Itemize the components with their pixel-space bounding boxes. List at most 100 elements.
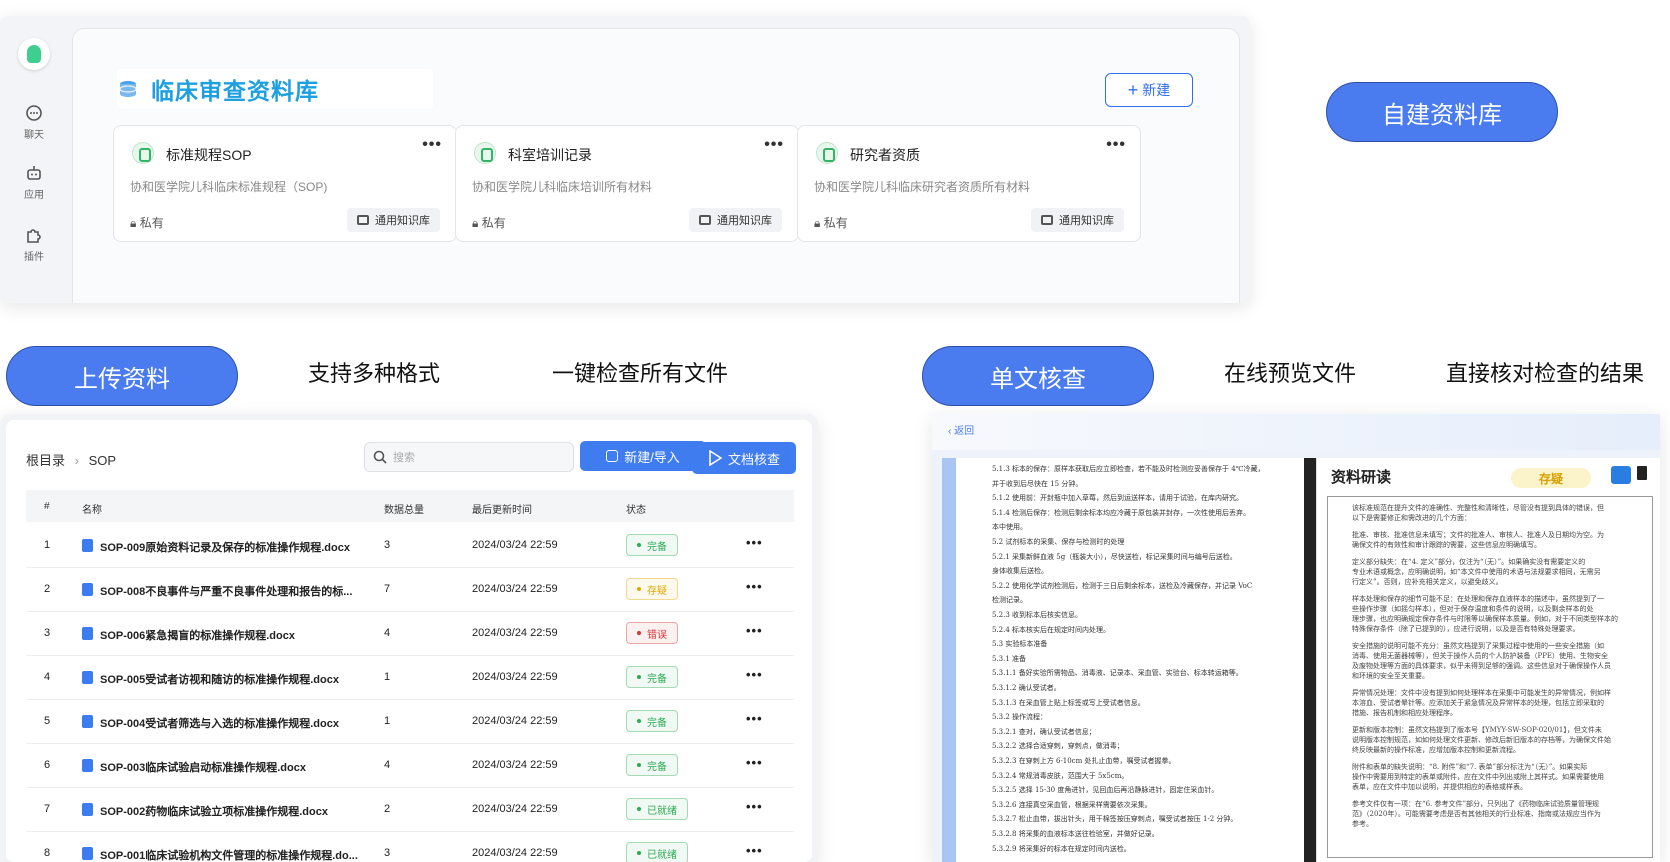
server-icon — [699, 215, 711, 225]
updated-time: 2024/03/24 22:59 — [472, 715, 558, 727]
file-name[interactable]: SOP-003临床试验启动标准操作规程.docx — [100, 759, 306, 775]
more-options-icon[interactable]: ••• — [764, 136, 784, 154]
document-icon — [82, 671, 93, 684]
row-number: 5 — [44, 715, 51, 727]
document-icon — [82, 715, 93, 728]
review-text-line: 及废物处理等方面的具体要求，似乎未得到足够的强调。这些信息对于确保操作人员 — [1352, 662, 1611, 670]
more-options-icon[interactable]: ••• — [1106, 136, 1126, 154]
knowledge-base-card[interactable]: 标准规程SOP ••• 协和医学院儿科临床标准规程（SOP) 🔒︎ 私有 通用知… — [113, 125, 457, 242]
feature-one-click-check: 一键检查所有文件 — [552, 361, 729, 386]
document-text-line: 5.3.1 准备 — [992, 654, 1027, 663]
more-options-icon[interactable]: ••• — [746, 535, 763, 550]
table-row[interactable]: 4 SOP-005受试者访视和随访的标准操作规程.docx 1 2024/03/24 … — [26, 656, 794, 700]
import-icon — [606, 450, 619, 462]
document-text-line: 5.1.4 检测后保存：检测后剩余标本均应冷藏于原包装并封存，一次性使用后丢弃。 — [992, 508, 1251, 517]
document-icon — [82, 627, 93, 640]
sidebar-item-apps[interactable]: 应用 — [14, 164, 54, 201]
updated-time: 2024/03/24 22:59 — [472, 627, 558, 639]
table-row[interactable]: 2 SOP-008不良事件与严重不良事件处理和报告的标... 7 2024/03/24… — [26, 568, 794, 612]
search-icon — [373, 450, 387, 464]
document-text-line: 5.3.1.1 备好实验所需物品、消毒液、记录本、采血管、实验台、标本转运箱等。 — [992, 669, 1243, 678]
table-row[interactable]: 3 SOP-006紧急揭盲的标准操作规程.docx 4 2024/03/24 22:5… — [26, 612, 794, 656]
file-name[interactable]: SOP-002药物临床试验立项标准操作规程.docx — [100, 803, 328, 819]
updated-time: 2024/03/24 22:59 — [472, 803, 558, 815]
more-options-icon[interactable]: ••• — [746, 579, 763, 594]
doc-check-button[interactable]: 文档核查 — [692, 442, 796, 474]
column-header: 名称 — [82, 505, 102, 516]
sidebar-item-chat[interactable]: 聊天 — [14, 104, 54, 141]
review-text-line: 专业术语或概念，应明确说明，如“本文件中使用的术语与法规要求相同，无需另 — [1352, 568, 1601, 576]
trash-icon[interactable] — [1637, 466, 1647, 480]
more-options-icon[interactable]: ••• — [746, 843, 763, 858]
row-number: 1 — [44, 539, 51, 551]
feature-online-preview: 在线预览文件 — [1224, 361, 1357, 386]
search-placeholder: 搜索 — [393, 452, 415, 464]
table-row[interactable]: 6 SOP-003临床试验启动标准操作规程.docx 4 2024/03/24 22:… — [26, 744, 794, 788]
review-text-line: 措施、报告机制和相应处理程序。 — [1352, 709, 1457, 717]
document-text-line: 5.3.2.5 选择 15-30 度角进针，见回血后再沿静脉进针，固定住采血针。 — [992, 786, 1219, 795]
plus-icon: + — [1127, 79, 1139, 100]
review-text-line: 更新和版本控制：虽然文档提到了版本号【YMYY-SW-SOP-020/01】，但… — [1352, 726, 1602, 734]
preview-toolbar: ‹ 返回 — [932, 414, 1660, 450]
knowledge-base-card[interactable]: 研究者资质 ••• 协和医学院儿科临床研究者资质所有材料 🔒︎ 私有 通用知识库 — [797, 125, 1141, 242]
table-row[interactable]: 8 SOP-001临床试验机构文件管理的标准操作规程.do... 3 2024/03/… — [26, 832, 794, 862]
more-options-icon[interactable]: ••• — [746, 711, 763, 726]
sidebar-item-plugins[interactable]: 插件 — [14, 226, 54, 263]
document-text-line: 5.3.2 操作流程： — [992, 713, 1048, 722]
card-description: 协和医学院儿科临床研究者资质所有材料 — [814, 180, 1031, 194]
column-header: 状态 — [626, 505, 646, 516]
new-knowledge-base-button[interactable]: + 新建 — [1105, 73, 1193, 107]
review-text-line: 该标准规范在提升文件的准确性、完整性和清晰性，尽管没有提到具体的错误，但 — [1352, 504, 1604, 512]
file-name[interactable]: SOP-001临床试验机构文件管理的标准操作规程.do... — [100, 847, 358, 862]
document-icon — [82, 583, 93, 596]
document-text-line: 本中使用。 — [992, 523, 1027, 532]
status-badge: 完备 — [626, 710, 678, 732]
review-panel-title: 资料研读 — [1331, 469, 1392, 486]
search-input[interactable]: 搜索 — [364, 442, 574, 472]
document-text-line: 5.3.2.2 选择合适穿刺，穿刺点，做消毒； — [992, 742, 1124, 751]
table-row[interactable]: 1 SOP-009原始资料记录及保存的标准操作规程.docx 3 2024/03/24… — [26, 524, 794, 568]
more-options-icon[interactable]: ••• — [746, 755, 763, 770]
row-number: 6 — [44, 759, 51, 771]
more-options-icon[interactable]: ••• — [746, 623, 763, 638]
scrollbar[interactable] — [1304, 458, 1316, 862]
knowledge-base-card[interactable]: 科室培训记录 ••• 协和医学院儿科临床培训所有材料 🔒︎ 私有 通用知识库 — [455, 125, 799, 242]
review-text-line: 和环境的安全至关重要。 — [1352, 672, 1429, 680]
breadcrumb-root[interactable]: 根目录 — [26, 453, 65, 468]
row-number: 4 — [44, 671, 51, 683]
feature-multi-format: 支持多种格式 — [308, 361, 441, 386]
review-text-line: 些操作步骤（如摇匀样本），但对于保存温度和条件的说明，以及剩余样本的处 — [1352, 605, 1594, 613]
privacy-label: 🔒︎ 私有 — [814, 216, 848, 230]
file-name[interactable]: SOP-008不良事件与严重不良事件处理和报告的标... — [100, 583, 352, 599]
review-text-line: 操作中需要用到特定的表单或附件，应在文件中列出或附上其样式。如果需要使用 — [1352, 773, 1604, 781]
back-link[interactable]: ‹ 返回 — [948, 422, 974, 437]
data-count: 1 — [384, 671, 391, 683]
table-row[interactable]: 7 SOP-002药物临床试验立项标准操作规程.docx 2 2024/03/24 2… — [26, 788, 794, 832]
cloud-upload-icon[interactable] — [1611, 466, 1631, 484]
file-name[interactable]: SOP-006紧急揭盲的标准操作规程.docx — [100, 627, 295, 643]
row-number: 3 — [44, 627, 51, 639]
file-name[interactable]: SOP-005受试者访视和随访的标准操作规程.docx — [100, 671, 339, 687]
app-logo[interactable] — [18, 38, 50, 70]
column-header: 最后更新时间 — [472, 505, 532, 516]
knowledge-type-tag: 通用知识库 — [347, 208, 440, 232]
more-options-icon[interactable]: ••• — [746, 667, 763, 682]
more-options-icon[interactable]: ••• — [746, 799, 763, 814]
file-list-window: 根目录 › SOP 搜索 新建/导入 文档核查 # 名称 数据总量 最后更新时间… — [0, 414, 818, 862]
table-row[interactable]: 5 SOP-004受试者筛选与入选的标准操作规程.docx 1 2024/03/24 … — [26, 700, 794, 744]
card-title: 标准规程SOP — [166, 147, 252, 163]
new-import-button[interactable]: 新建/导入 — [580, 441, 706, 471]
review-text-line: 本溶血、受试者晕针等。应添加关于紧急情况及异常样本的处理，包括立即采取的 — [1352, 699, 1604, 707]
server-icon — [1041, 215, 1053, 225]
database-icon — [119, 81, 137, 97]
page-title: 临床审查资料库 — [151, 78, 319, 104]
updated-time: 2024/03/24 22:59 — [472, 671, 558, 683]
lock-icon: 🔒︎ — [814, 216, 821, 230]
document-icon — [82, 847, 93, 860]
more-options-icon[interactable]: ••• — [422, 136, 442, 154]
lock-icon: 🔒︎ — [130, 216, 137, 230]
file-name[interactable]: SOP-004受试者筛选与入选的标准操作规程.docx — [100, 715, 339, 731]
document-text-line: 5.3.2.7 松止血带，拔出针头，用干棉签按压穿刺点，嘱受试者按压 1-2 分… — [992, 815, 1238, 824]
server-icon — [357, 215, 369, 225]
file-name[interactable]: SOP-009原始资料记录及保存的标准操作规程.docx — [100, 539, 350, 555]
